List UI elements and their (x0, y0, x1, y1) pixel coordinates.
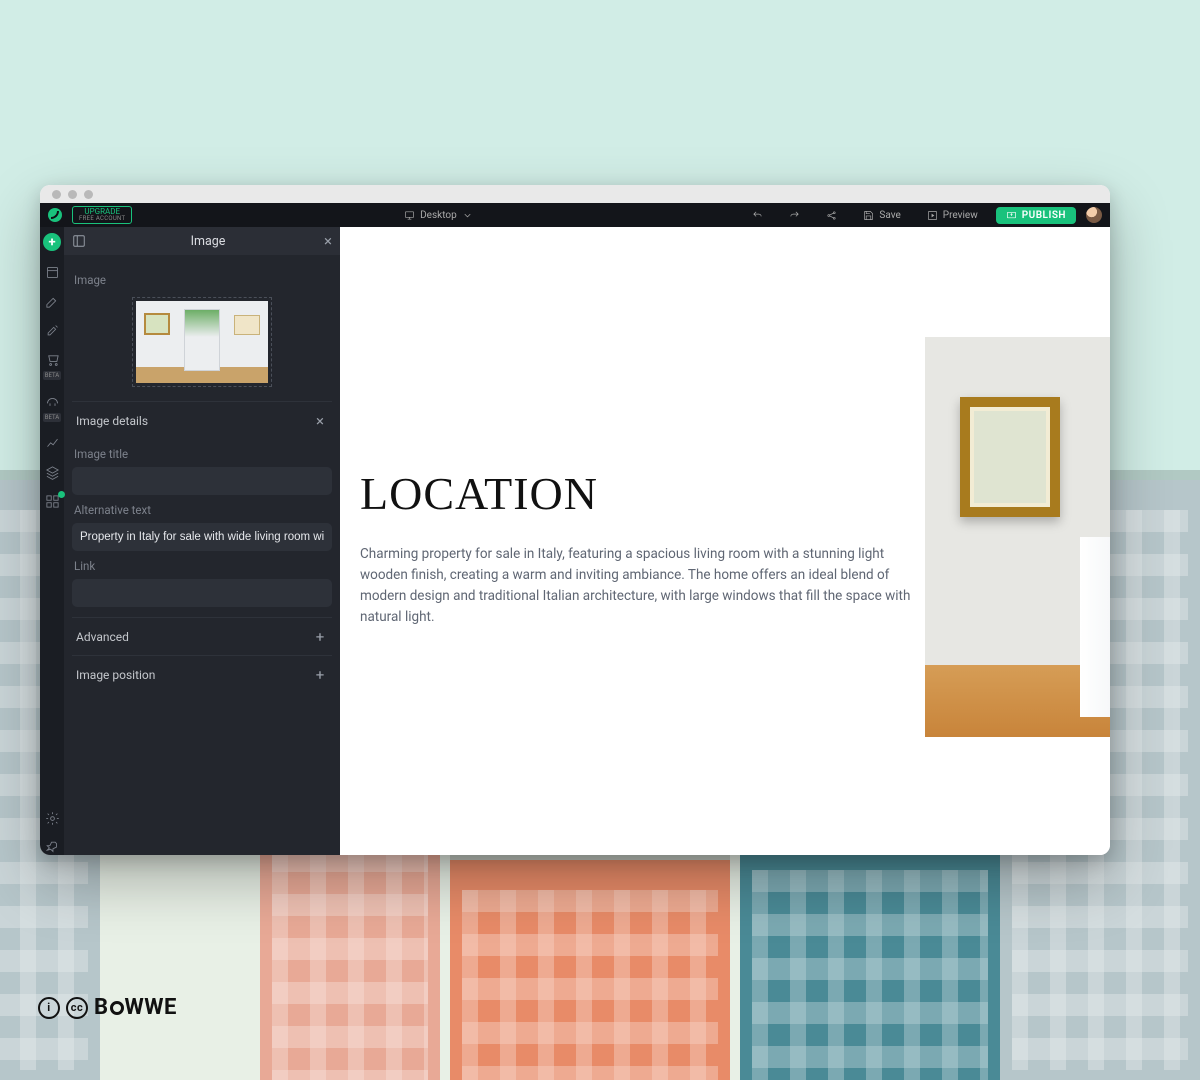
preview-button[interactable]: Preview (919, 208, 986, 223)
share-icon (826, 210, 837, 221)
traffic-close[interactable] (52, 190, 61, 199)
chevron-down-icon (462, 210, 473, 221)
beta-badge-1: BETA (43, 371, 61, 380)
play-icon (927, 210, 938, 221)
add-button[interactable]: + (43, 233, 61, 251)
watermark: i cc BWWE (38, 995, 177, 1020)
paragraph: Charming property for sale in Italy, fea… (360, 544, 920, 628)
alt-text-input[interactable] (72, 523, 332, 551)
attribution-icon: i (38, 997, 60, 1019)
beta-badge-2: BETA (43, 413, 61, 422)
brush-icon[interactable] (45, 323, 60, 338)
pin-icon[interactable] (45, 840, 60, 855)
publish-button[interactable]: PUBLISH (996, 207, 1076, 224)
traffic-min[interactable] (68, 190, 77, 199)
crm-icon[interactable] (45, 394, 60, 409)
user-avatar[interactable] (1086, 207, 1102, 223)
close-icon: × (312, 412, 328, 430)
settings-icon[interactable] (45, 811, 60, 826)
link-input[interactable] (72, 579, 332, 607)
canvas-image[interactable] (925, 337, 1110, 737)
editor-canvas[interactable]: LOCATION Charming property for sale in I… (340, 227, 1110, 855)
collapse-icon[interactable] (72, 234, 86, 248)
publish-icon (1006, 210, 1017, 221)
traffic-max[interactable] (84, 190, 93, 199)
save-icon (863, 210, 874, 221)
analytics-icon[interactable] (45, 436, 60, 451)
app-logo-icon[interactable] (48, 208, 62, 222)
heading: LOCATION (360, 467, 920, 520)
framed-picture (960, 397, 1060, 517)
text-block[interactable]: LOCATION Charming property for sale in I… (360, 467, 920, 628)
panel-header: Image × (64, 227, 340, 255)
window-titlebar (40, 185, 1110, 203)
share-button[interactable] (818, 208, 845, 223)
preview-label: Preview (943, 210, 978, 221)
browser-window: UPGRADE FREE ACCOUNT Desktop Save Previe… (40, 185, 1110, 855)
left-rail: + BETA BETA (40, 227, 64, 855)
app-topbar: UPGRADE FREE ACCOUNT Desktop Save Previe… (40, 203, 1110, 227)
advanced-section[interactable]: Advanced + (72, 617, 332, 655)
image-section-label: Image (74, 273, 330, 287)
cc-icon: cc (66, 997, 88, 1019)
save-label: Save (879, 210, 900, 221)
close-panel-button[interactable]: × (324, 232, 332, 250)
edit-icon[interactable] (45, 294, 60, 309)
panel-title: Image (92, 234, 324, 249)
plus-icon: + (312, 666, 328, 684)
image-title-input[interactable] (72, 467, 332, 495)
image-details-section[interactable]: Image details × (72, 401, 332, 439)
image-position-label: Image position (76, 668, 155, 682)
redo-button[interactable] (781, 208, 808, 223)
publish-label: PUBLISH (1022, 210, 1066, 221)
upgrade-button[interactable]: UPGRADE FREE ACCOUNT (72, 206, 132, 224)
layers-icon[interactable] (45, 465, 60, 480)
save-button[interactable]: Save (855, 208, 908, 223)
image-position-section[interactable]: Image position + (72, 655, 332, 693)
properties-panel: Image × Image Image details × Image titl… (64, 227, 340, 855)
brand-name: BWWE (94, 995, 177, 1020)
image-thumbnail[interactable] (132, 297, 272, 387)
advanced-label: Advanced (76, 630, 129, 644)
viewport-selector[interactable]: Desktop (396, 208, 481, 223)
link-label: Link (74, 559, 330, 573)
plus-icon: + (312, 628, 328, 646)
upgrade-line2: FREE ACCOUNT (79, 216, 125, 222)
image-title-label: Image title (74, 447, 330, 461)
image-details-label: Image details (76, 414, 148, 428)
apps-icon[interactable] (45, 494, 60, 509)
viewport-label: Desktop (420, 210, 457, 221)
undo-icon (752, 210, 763, 221)
undo-button[interactable] (744, 208, 771, 223)
monitor-icon (404, 210, 415, 221)
alt-text-label: Alternative text (74, 503, 330, 517)
cart-icon[interactable] (45, 352, 60, 367)
redo-icon (789, 210, 800, 221)
pages-icon[interactable] (45, 265, 60, 280)
